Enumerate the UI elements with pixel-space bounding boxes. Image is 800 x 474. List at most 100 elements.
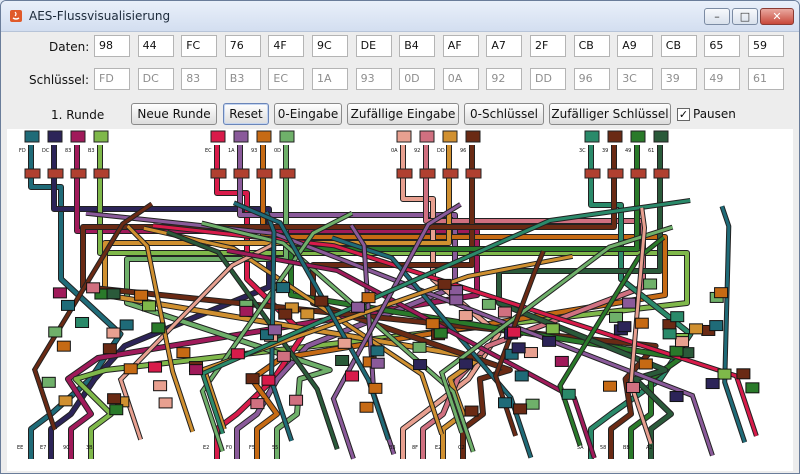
data-byte-field[interactable]: 59 <box>748 35 784 57</box>
bottom-byte-label: 8F <box>412 445 418 451</box>
bottom-byte-label: E7 <box>40 445 46 451</box>
maximize-button[interactable]: □ <box>732 8 758 25</box>
mixcolumn-block <box>361 292 376 304</box>
key-byte-field[interactable]: 0D <box>399 68 436 90</box>
mixcolumn-block <box>525 398 540 410</box>
close-button[interactable]: ✕ <box>760 8 794 25</box>
zero-input-button[interactable]: 0-Eingabe <box>274 103 342 125</box>
minimize-button[interactable]: – <box>704 8 730 25</box>
random-key-button[interactable]: Zufälliger Schlüssel <box>549 103 671 125</box>
mixcolumn-block <box>86 282 101 294</box>
data-byte-field[interactable]: CB <box>660 35 697 57</box>
key-byte-field[interactable]: DC <box>137 68 174 90</box>
mixcolumn-block <box>106 327 121 339</box>
reset-button[interactable]: Reset <box>223 103 269 125</box>
mixcolumn-block <box>669 391 684 403</box>
data-byte-field[interactable]: 9C <box>312 35 348 57</box>
mixcolumn-block <box>481 298 496 310</box>
mixcolumn-block <box>433 327 448 339</box>
mixcolumn-block <box>514 370 529 382</box>
mixcolumn-block <box>158 397 173 409</box>
key-byte-field[interactable]: DD <box>530 68 566 90</box>
mixcolumn-block <box>261 374 276 386</box>
mixcolumn-block <box>609 311 624 323</box>
mixcolumn-block <box>662 328 677 340</box>
mixcolumn-block <box>513 403 528 415</box>
key-byte-field[interactable]: 93 <box>355 68 392 90</box>
data-byte-field[interactable]: AF <box>442 35 479 57</box>
mixcolumn-block <box>689 323 704 335</box>
mixcolumn-block <box>276 350 291 362</box>
bottom-byte-label: F0 <box>226 445 232 451</box>
mixcolumn-block <box>368 382 383 394</box>
mixcolumn-block <box>497 306 512 318</box>
mixcolumn-block <box>561 388 576 400</box>
pause-checkbox[interactable]: ✓ <box>677 108 690 121</box>
flow-wire <box>720 205 747 443</box>
mixcolumn-block <box>669 345 684 357</box>
sbox-block <box>233 168 250 179</box>
pause-label: Pausen <box>693 107 736 121</box>
mixcolumn-block <box>134 289 149 301</box>
key-byte-field[interactable]: FD <box>94 68 130 90</box>
data-byte-field[interactable]: 76 <box>224 35 261 57</box>
data-byte-field[interactable]: B4 <box>399 35 436 57</box>
mixcolumn-block <box>709 320 724 332</box>
top-byte-label: EC <box>205 148 212 154</box>
mixcolumn-block <box>60 299 75 311</box>
mixcolumn-block <box>507 326 522 338</box>
mixcolumn-block <box>351 301 366 313</box>
top-byte-label: 0A <box>391 148 398 154</box>
key-byte-field[interactable]: 96 <box>573 68 610 90</box>
sbox-block <box>465 168 482 179</box>
mixcolumn-block <box>56 340 71 352</box>
sbox-block <box>396 168 413 179</box>
mixcolumn-block <box>230 348 245 360</box>
new-round-button[interactable]: Neue Runde <box>131 103 217 125</box>
data-byte-field[interactable]: A7 <box>486 35 523 57</box>
key-byte-field[interactable]: 92 <box>486 68 523 90</box>
mixcolumn-block <box>123 363 138 375</box>
data-byte-field[interactable]: 4F <box>268 35 305 57</box>
aes-flow-visualization: FD DC 83 B3 EC 1A 93 0D 0A 92 DD 96 3C 39 49 61 EE E7 9C 3B… <box>7 129 793 471</box>
key-byte-field[interactable]: EC <box>268 68 305 90</box>
top-byte-label: 93 <box>251 148 257 154</box>
bottom-byte-label: F5 <box>249 445 255 451</box>
key-byte-square <box>256 130 272 143</box>
top-byte-label: 61 <box>648 148 654 154</box>
key-byte-square <box>396 130 412 143</box>
sbox-block <box>210 168 227 179</box>
key-byte-square <box>653 130 669 143</box>
mixcolumn-block <box>48 326 63 338</box>
data-byte-field[interactable]: CB <box>573 35 610 57</box>
top-byte-label: FD <box>19 148 26 154</box>
key-byte-field[interactable]: 61 <box>748 68 784 90</box>
mixcolumn-block <box>359 401 374 413</box>
top-byte-label: 83 <box>65 148 71 154</box>
key-label: Schlüssel: <box>29 73 90 87</box>
mixcolumn-block <box>300 308 315 320</box>
data-byte-field[interactable]: 65 <box>704 35 741 57</box>
data-byte-field[interactable]: FC <box>181 35 218 57</box>
key-byte-square <box>419 130 435 143</box>
key-byte-field[interactable]: 3C <box>617 68 654 90</box>
mixcolumn-block <box>370 345 385 357</box>
mixcolumn-block <box>603 380 618 392</box>
key-byte-field[interactable]: 83 <box>181 68 218 90</box>
data-byte-field[interactable]: 2F <box>530 35 566 57</box>
key-byte-field[interactable]: B3 <box>224 68 261 90</box>
zero-key-button[interactable]: 0-Schlüssel <box>464 103 544 125</box>
data-byte-field[interactable]: 44 <box>137 35 174 57</box>
data-byte-field[interactable]: A9 <box>617 35 654 57</box>
data-byte-field[interactable]: DE <box>355 35 392 57</box>
mixcolumn-block <box>245 373 260 385</box>
key-byte-square <box>630 130 646 143</box>
random-input-button[interactable]: Zufällige Eingabe <box>347 103 459 125</box>
key-byte-field[interactable]: 0A <box>442 68 479 90</box>
key-byte-field[interactable]: 39 <box>660 68 697 90</box>
data-byte-field[interactable]: 98 <box>94 35 130 57</box>
mixcolumn-block <box>511 342 526 354</box>
mixcolumn-block <box>545 323 560 335</box>
key-byte-field[interactable]: 1A <box>312 68 348 90</box>
key-byte-field[interactable]: 49 <box>704 68 741 90</box>
